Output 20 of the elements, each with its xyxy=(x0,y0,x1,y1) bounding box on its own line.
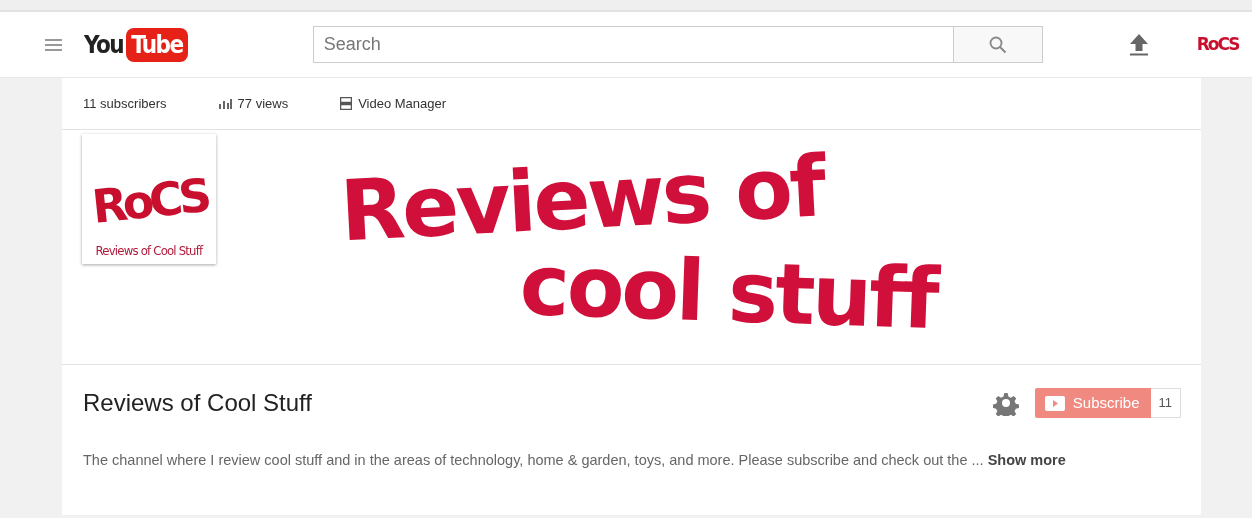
stat-link[interactable]: 77 views xyxy=(218,93,289,114)
bar-chart-icon xyxy=(218,98,232,109)
video-manager-icon xyxy=(340,97,353,110)
account-avatar[interactable]: RoCS xyxy=(1196,31,1239,58)
avatar-caption: Reviews of Cool Stuff xyxy=(95,241,203,260)
upload-icon[interactable] xyxy=(1128,33,1149,56)
avatar-logo: RoCS xyxy=(89,168,209,233)
channel-description: The channel where I review cool stuff and in the areas of technology, home & garden, toys, and more. Please subscribe and check out the ... Show more xyxy=(82,451,1067,470)
subscriber-count: 11 xyxy=(1150,388,1181,418)
settings-icon[interactable] xyxy=(992,390,1019,416)
search-field[interactable]: Search xyxy=(312,26,954,63)
search-icon xyxy=(988,35,1007,54)
banner-headline: cool stuff xyxy=(518,236,938,348)
play-icon xyxy=(1044,395,1065,411)
stat-link[interactable]: Video Manager xyxy=(340,93,447,114)
menu-icon[interactable] xyxy=(45,38,62,51)
channel-avatar[interactable]: RoCS Reviews of Cool Stuff xyxy=(82,134,216,264)
channel-title: Reviews of Cool Stuff xyxy=(83,388,313,418)
stat-link[interactable]: 11 subscribers xyxy=(83,93,167,114)
show-more-link[interactable]: Show more xyxy=(987,452,1066,468)
